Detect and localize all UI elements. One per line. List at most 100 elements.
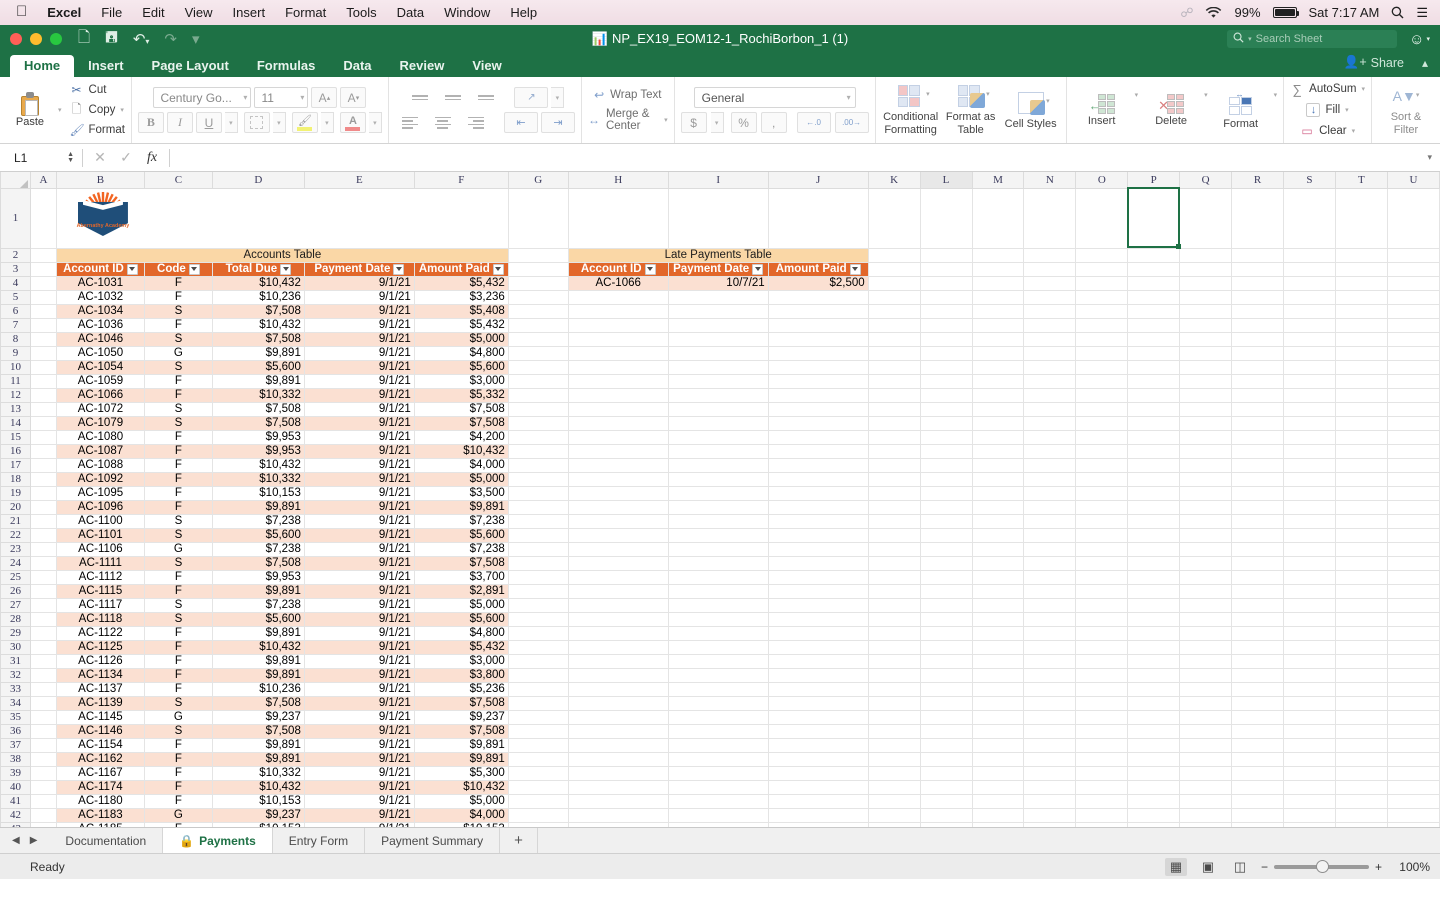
cell-D25[interactable]: $9,953	[212, 570, 304, 584]
cell-D11[interactable]: $9,891	[212, 374, 304, 388]
zoom-knob[interactable]	[1316, 860, 1329, 873]
cell-B9[interactable]: AC-1050	[56, 346, 144, 360]
cell-K11[interactable]	[868, 374, 920, 388]
cell-O13[interactable]	[1076, 402, 1128, 416]
cell-G25[interactable]	[508, 570, 568, 584]
row-header-23[interactable]: 23	[1, 542, 31, 556]
zoom-in-button[interactable]: +	[1375, 860, 1382, 874]
cell-I19[interactable]	[668, 486, 768, 500]
cell-R30[interactable]	[1232, 640, 1284, 654]
cell-Q31[interactable]	[1180, 654, 1232, 668]
cell-Q21[interactable]	[1180, 514, 1232, 528]
cell-O41[interactable]	[1076, 794, 1128, 808]
cell-S25[interactable]	[1284, 570, 1336, 584]
cell-A13[interactable]	[30, 402, 56, 416]
cell-L24[interactable]	[920, 556, 972, 570]
cell-N23[interactable]	[1024, 542, 1076, 556]
cell-R21[interactable]	[1232, 514, 1284, 528]
cell-M29[interactable]	[972, 626, 1024, 640]
cell-C10[interactable]: S	[144, 360, 212, 374]
cell-J29[interactable]	[768, 626, 868, 640]
cell-A12[interactable]	[30, 388, 56, 402]
cell-S13[interactable]	[1284, 402, 1336, 416]
cell-B38[interactable]: AC-1162	[56, 752, 144, 766]
cell-N32[interactable]	[1024, 668, 1076, 682]
cell-N25[interactable]	[1024, 570, 1076, 584]
row-header-6[interactable]: 6	[1, 304, 31, 318]
decrease-indent-button[interactable]: ⇤	[504, 112, 538, 133]
cell-G16[interactable]	[508, 444, 568, 458]
cell-O18[interactable]	[1076, 472, 1128, 486]
cell-A25[interactable]	[30, 570, 56, 584]
cell-O42[interactable]	[1076, 808, 1128, 822]
cell-C19[interactable]: F	[144, 486, 212, 500]
column-header-Q[interactable]: Q	[1180, 172, 1232, 188]
cell-Q29[interactable]	[1180, 626, 1232, 640]
cell-I34[interactable]	[668, 696, 768, 710]
wrap-text-button[interactable]: ↩ Wrap Text	[594, 88, 661, 102]
cell-S23[interactable]	[1284, 542, 1336, 556]
cell-F42[interactable]: $4,000	[414, 808, 508, 822]
cell-E34[interactable]: 9/1/21	[304, 696, 414, 710]
cell-O30[interactable]	[1076, 640, 1128, 654]
cell-M6[interactable]	[972, 304, 1024, 318]
cell-H16[interactable]	[568, 444, 668, 458]
cell-S28[interactable]	[1284, 612, 1336, 626]
cell-J16[interactable]	[768, 444, 868, 458]
cell-L37[interactable]	[920, 738, 972, 752]
cell-I31[interactable]	[668, 654, 768, 668]
normal-view-button[interactable]: ▦	[1165, 858, 1187, 876]
cell-E24[interactable]: 9/1/21	[304, 556, 414, 570]
fill-button[interactable]: ↓ Fill ▾	[1306, 101, 1348, 119]
cell-E25[interactable]: 9/1/21	[304, 570, 414, 584]
row-header-39[interactable]: 39	[1, 766, 31, 780]
cell-N9[interactable]	[1024, 346, 1076, 360]
cell-Q5[interactable]	[1180, 290, 1232, 304]
cell-K24[interactable]	[868, 556, 920, 570]
cell-L2[interactable]	[920, 248, 972, 262]
cell-L5[interactable]	[920, 290, 972, 304]
cell-O14[interactable]	[1076, 416, 1128, 430]
row-header-31[interactable]: 31	[1, 654, 31, 668]
cell-E19[interactable]: 9/1/21	[304, 486, 414, 500]
row-header-21[interactable]: 21	[1, 514, 31, 528]
cell-I27[interactable]	[668, 598, 768, 612]
cell-P13[interactable]	[1128, 402, 1180, 416]
filter-dropdown-icon[interactable]	[127, 264, 138, 275]
cell-I12[interactable]	[668, 388, 768, 402]
cell-C18[interactable]: F	[144, 472, 212, 486]
cell-K3[interactable]	[868, 262, 920, 276]
cell-I35[interactable]	[668, 710, 768, 724]
cell-O1[interactable]	[1076, 188, 1128, 248]
cell-J5[interactable]	[768, 290, 868, 304]
cell-T29[interactable]	[1335, 626, 1387, 640]
cell-H40[interactable]	[568, 780, 668, 794]
new-document-icon[interactable]: 🗋	[72, 27, 96, 52]
filter-dropdown-icon[interactable]	[493, 264, 504, 275]
cell-Q7[interactable]	[1180, 318, 1232, 332]
cell-S37[interactable]	[1284, 738, 1336, 752]
cell-U42[interactable]	[1387, 808, 1439, 822]
cell-C34[interactable]: S	[144, 696, 212, 710]
row-header-24[interactable]: 24	[1, 556, 31, 570]
late-header-J[interactable]: Amount Paid	[768, 262, 868, 276]
cell-O17[interactable]	[1076, 458, 1128, 472]
cell-O5[interactable]	[1076, 290, 1128, 304]
cell-O38[interactable]	[1076, 752, 1128, 766]
cell-I28[interactable]	[668, 612, 768, 626]
cell-P24[interactable]	[1128, 556, 1180, 570]
cell-R28[interactable]	[1232, 612, 1284, 626]
sheet-tab-entry-form[interactable]: Entry Form	[273, 828, 365, 853]
cell-G7[interactable]	[508, 318, 568, 332]
cell-G21[interactable]	[508, 514, 568, 528]
cell-F38[interactable]: $9,891	[414, 752, 508, 766]
battery-icon[interactable]	[1273, 7, 1297, 18]
cell-C36[interactable]: S	[144, 724, 212, 738]
cell-S10[interactable]	[1284, 360, 1336, 374]
filter-dropdown-icon[interactable]	[393, 264, 404, 275]
accounts-header-C[interactable]: Code	[144, 262, 212, 276]
spreadsheet-grid[interactable]: ABCDEFGHIJKLMNOPQRSTU1Abernathy Academy2…	[0, 172, 1440, 827]
cell-H35[interactable]	[568, 710, 668, 724]
cell-Q9[interactable]	[1180, 346, 1232, 360]
cell-M1[interactable]	[972, 188, 1024, 248]
